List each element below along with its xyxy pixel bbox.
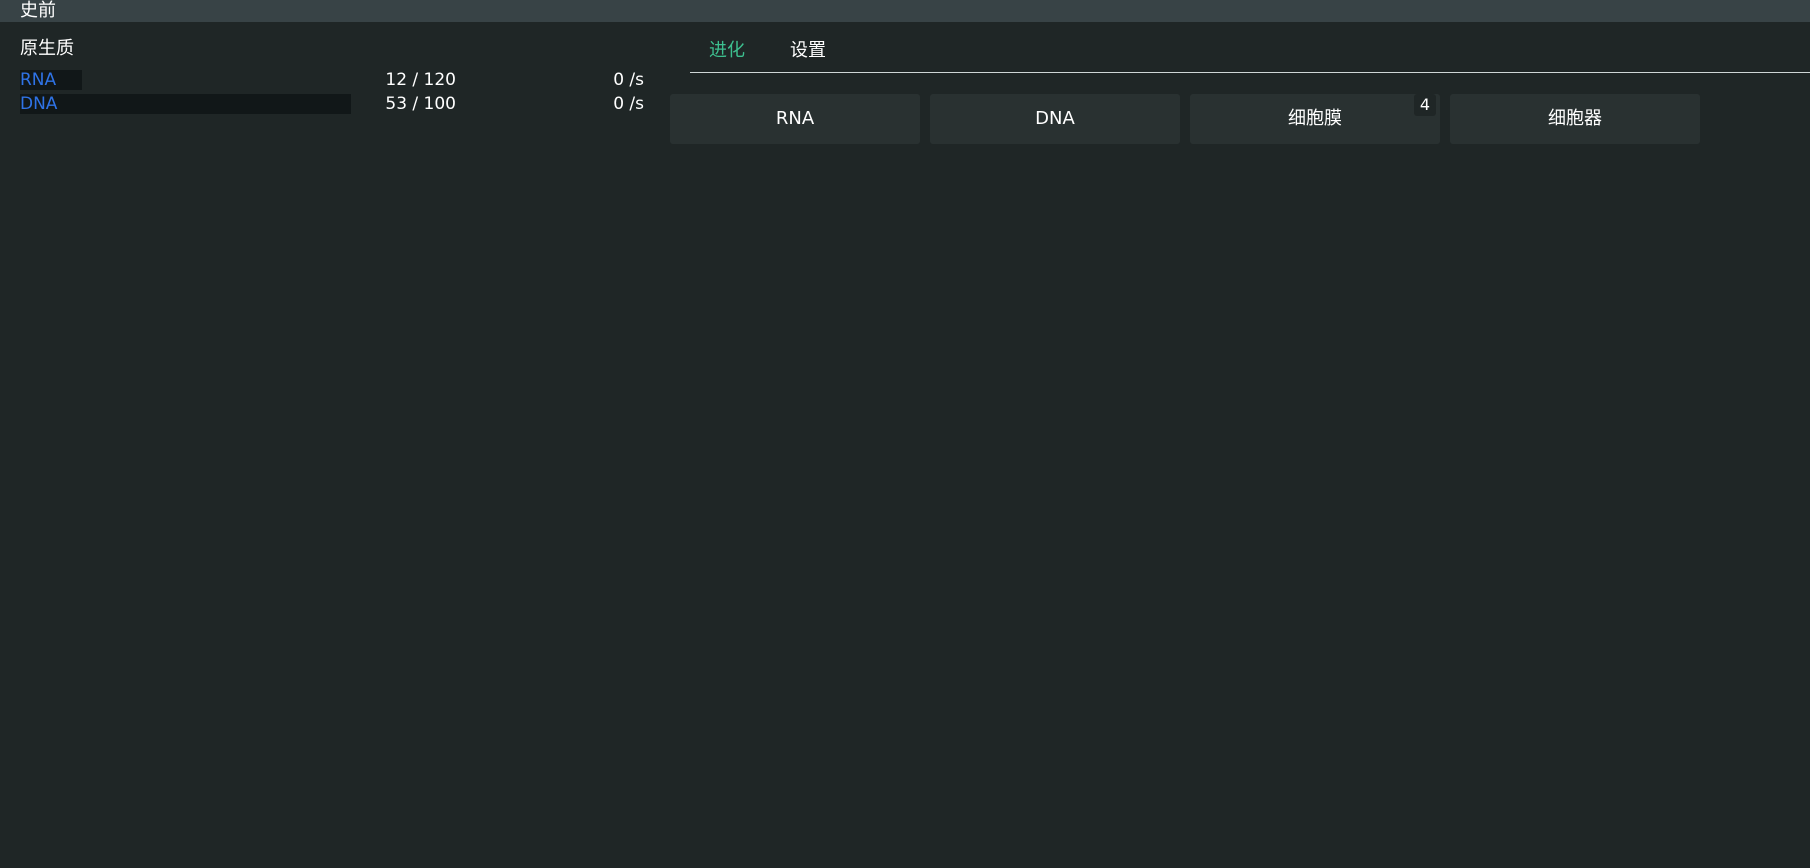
- resource-category-title: 原生质: [20, 38, 74, 59]
- evolve-organelles-button[interactable]: 细胞器: [1450, 94, 1700, 144]
- era-bar: 史前: [0, 0, 1810, 22]
- evolve-dna-button[interactable]: DNA: [930, 94, 1180, 144]
- resource-amount: 12 / 120: [385, 70, 456, 90]
- resource-row-rna: RNA 12 / 120 0 /s: [20, 68, 644, 92]
- resource-amount: 53 / 100: [385, 94, 456, 114]
- tab-evolution[interactable]: 进化: [709, 39, 745, 63]
- app-root: 史前 原生质 RNA 12 / 120 0 /s DNA 53 / 100 0 …: [0, 0, 1810, 868]
- evolution-actions: RNA DNA 细胞膜 4 细胞器: [670, 94, 1810, 144]
- evolve-membrane-button[interactable]: 细胞膜 4: [1190, 94, 1440, 144]
- resource-fill-bar: [20, 94, 351, 114]
- resource-rate: 0 /s: [613, 70, 644, 90]
- evolve-rna-button[interactable]: RNA: [670, 94, 920, 144]
- button-label: 细胞膜: [1288, 108, 1342, 129]
- era-title: 史前: [20, 0, 56, 21]
- button-label: 细胞器: [1548, 108, 1602, 129]
- resource-row-dna: DNA 53 / 100 0 /s: [20, 92, 644, 116]
- count-badge: 4: [1414, 94, 1436, 116]
- resource-name: DNA: [20, 94, 58, 114]
- tab-settings[interactable]: 设置: [790, 39, 826, 63]
- resource-name: RNA: [20, 70, 57, 90]
- main-tabs: 进化 设置: [690, 22, 1810, 73]
- button-label: RNA: [775, 108, 815, 129]
- button-label: DNA: [1035, 108, 1075, 129]
- resource-rate: 0 /s: [613, 94, 644, 114]
